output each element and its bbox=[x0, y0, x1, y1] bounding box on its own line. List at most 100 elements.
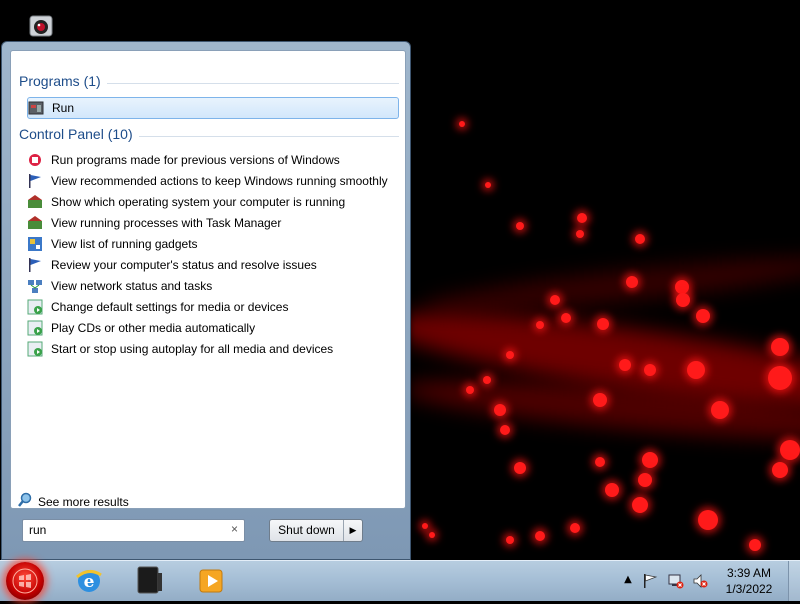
particle bbox=[506, 351, 514, 359]
particle bbox=[483, 376, 491, 384]
result-label: Run bbox=[52, 101, 75, 115]
particle bbox=[595, 457, 605, 467]
shutdown-button[interactable]: Shut down bbox=[270, 520, 344, 541]
autoplay-icon bbox=[27, 299, 43, 315]
particle bbox=[570, 523, 580, 533]
result-task-manager[interactable]: View running processes with Task Manager bbox=[27, 213, 397, 233]
result-play-cds[interactable]: Play CDs or other media automatically bbox=[27, 318, 397, 338]
particle bbox=[635, 234, 645, 244]
result-label: Run programs made for previous versions … bbox=[51, 153, 340, 167]
particle bbox=[749, 539, 761, 551]
particle bbox=[644, 364, 656, 376]
compatibility-icon bbox=[27, 152, 43, 168]
result-network-status[interactable]: View network status and tasks bbox=[27, 276, 397, 296]
show-hidden-icons-button[interactable]: ▲ bbox=[620, 574, 636, 590]
particle bbox=[768, 366, 792, 390]
particle bbox=[514, 462, 526, 474]
particle bbox=[576, 230, 584, 238]
clock-time: 3:39 AM bbox=[726, 566, 772, 580]
result-label: Play CDs or other media automatically bbox=[51, 321, 256, 335]
particle bbox=[619, 359, 631, 371]
taskbar: e ▲ 3:39 AM 1/3/2022 bbox=[0, 560, 800, 601]
result-recommended-actions[interactable]: View recommended actions to keep Windows… bbox=[27, 171, 397, 191]
particle bbox=[485, 182, 491, 188]
particle bbox=[422, 523, 428, 529]
result-label: Show which operating system your compute… bbox=[51, 195, 346, 209]
particle bbox=[772, 462, 788, 478]
result-label: View list of running gadgets bbox=[51, 237, 198, 251]
result-label: Start or stop using autoplay for all med… bbox=[51, 342, 334, 356]
particle bbox=[593, 393, 607, 407]
start-menu: Programs (1) Run Control Panel (10) Run … bbox=[1, 41, 411, 560]
particle bbox=[780, 440, 800, 460]
result-compatibility[interactable]: Run programs made for previous versions … bbox=[27, 150, 397, 170]
result-media-defaults[interactable]: Change default settings for media or dev… bbox=[27, 297, 397, 317]
search-box[interactable]: × bbox=[22, 519, 245, 542]
particle bbox=[429, 532, 435, 538]
result-label: View running processes with Task Manager bbox=[51, 216, 282, 230]
group-header-programs: Programs (1) bbox=[19, 73, 399, 93]
start-button[interactable] bbox=[6, 562, 44, 600]
run-icon bbox=[28, 100, 44, 116]
result-computer-status[interactable]: Review your computer's status and resolv… bbox=[27, 255, 397, 275]
system-icon bbox=[27, 215, 43, 231]
particle bbox=[500, 425, 510, 435]
particle bbox=[494, 404, 506, 416]
particle bbox=[632, 497, 648, 513]
particle bbox=[535, 531, 545, 541]
search-magnifier-icon bbox=[18, 492, 32, 511]
autoplay-icon bbox=[27, 320, 43, 336]
particle bbox=[550, 295, 560, 305]
clock-date: 1/3/2022 bbox=[725, 582, 773, 596]
action-center-flag-icon bbox=[27, 257, 43, 273]
particle bbox=[459, 121, 465, 127]
result-label: View network status and tasks bbox=[51, 279, 213, 293]
particle bbox=[638, 473, 652, 487]
gadgets-icon bbox=[27, 236, 43, 252]
particle bbox=[687, 361, 705, 379]
result-operating-system[interactable]: Show which operating system your compute… bbox=[27, 192, 397, 212]
particle bbox=[696, 309, 710, 323]
particle bbox=[577, 213, 587, 223]
particle bbox=[698, 510, 718, 530]
result-gadgets[interactable]: View list of running gadgets bbox=[27, 234, 397, 254]
show-desktop-button[interactable] bbox=[788, 561, 800, 601]
particle bbox=[771, 338, 789, 356]
particle bbox=[642, 452, 658, 468]
particle bbox=[516, 222, 524, 230]
internet-explorer-icon[interactable]: e bbox=[74, 565, 104, 597]
shutdown-options-arrow[interactable]: ▶ bbox=[344, 520, 362, 541]
particle bbox=[506, 536, 514, 544]
particle bbox=[466, 386, 474, 394]
search-input[interactable] bbox=[29, 522, 219, 538]
windows-logo-icon bbox=[12, 568, 38, 594]
media-center-icon[interactable] bbox=[135, 565, 165, 597]
search-results-pane: Programs (1) Run Control Panel (10) Run … bbox=[10, 50, 406, 509]
particle bbox=[561, 313, 571, 323]
particle bbox=[675, 280, 689, 294]
result-autoplay[interactable]: Start or stop using autoplay for all med… bbox=[27, 339, 397, 359]
see-more-label: See more results bbox=[38, 494, 129, 509]
result-label: View recommended actions to keep Windows… bbox=[51, 174, 388, 188]
action-center-flag-icon[interactable] bbox=[642, 573, 658, 589]
particle bbox=[626, 276, 638, 288]
volume-muted-icon[interactable] bbox=[692, 573, 708, 589]
action-center-flag-icon bbox=[27, 173, 43, 189]
clear-search-button[interactable]: × bbox=[231, 522, 238, 536]
webcam-icon[interactable] bbox=[26, 12, 56, 42]
media-player-icon[interactable] bbox=[196, 565, 226, 597]
result-label: Change default settings for media or dev… bbox=[51, 300, 289, 314]
svg-text:e: e bbox=[84, 572, 95, 592]
result-run[interactable]: Run bbox=[27, 97, 399, 119]
shutdown-split-button: Shut down ▶ bbox=[269, 519, 363, 542]
network-disconnected-icon[interactable] bbox=[668, 573, 684, 589]
particle bbox=[536, 321, 544, 329]
clock[interactable]: 3:39 AM 1/3/2022 bbox=[718, 565, 780, 597]
see-more-results-link[interactable]: See more results bbox=[18, 492, 129, 511]
particle bbox=[676, 293, 690, 307]
autoplay-icon bbox=[27, 341, 43, 357]
group-header-control-panel: Control Panel (10) bbox=[19, 126, 399, 146]
particle bbox=[711, 401, 729, 419]
network-icon bbox=[27, 278, 43, 294]
result-label: Review your computer's status and resolv… bbox=[51, 258, 317, 272]
